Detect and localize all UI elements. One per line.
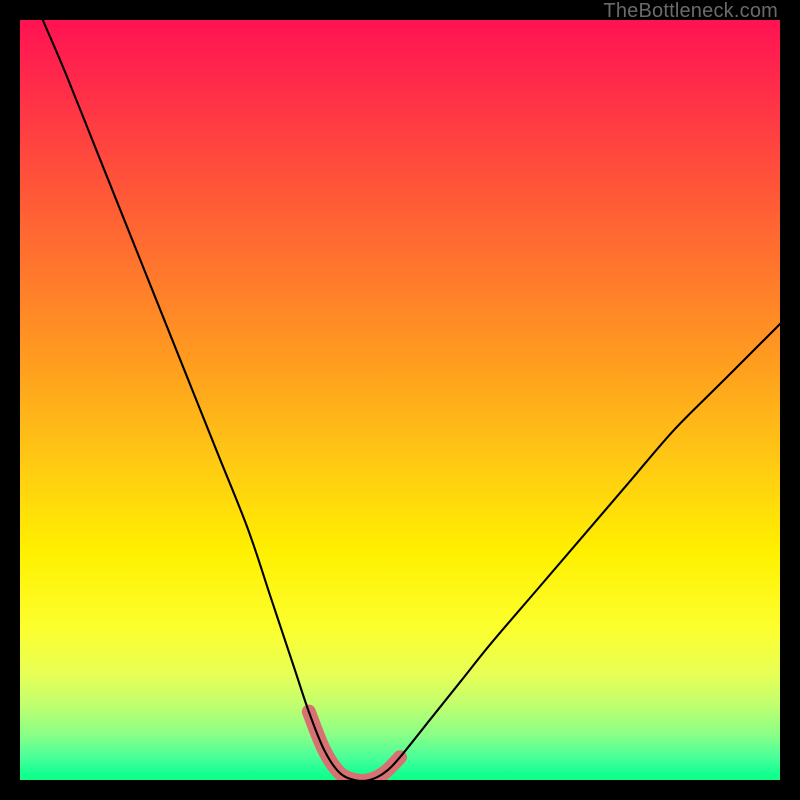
watermark-text: TheBottleneck.com <box>603 0 778 23</box>
chart-frame: TheBottleneck.com <box>0 0 800 800</box>
plot-svg <box>20 20 780 780</box>
plot-area <box>20 20 780 780</box>
bottleneck-curve <box>43 20 780 780</box>
